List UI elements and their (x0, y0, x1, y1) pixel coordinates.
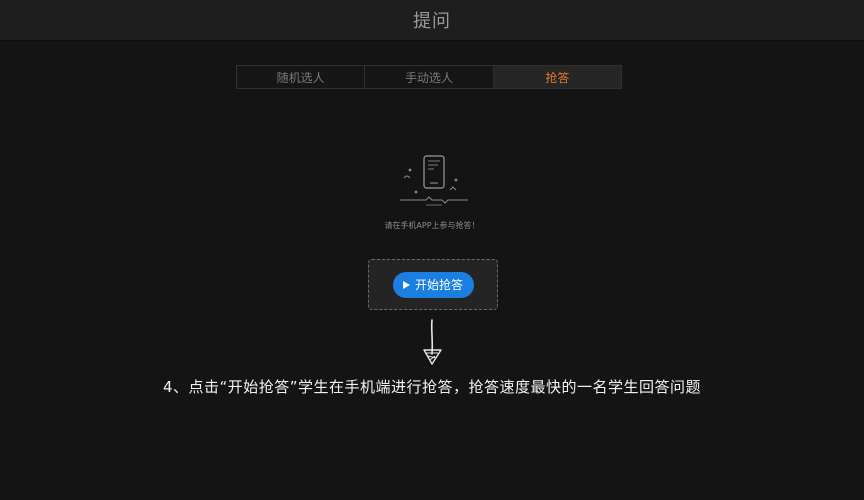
title-bar: 提问 (0, 0, 864, 41)
start-quick-answer-button[interactable]: 开始抢答 (392, 271, 474, 298)
tab-quick-answer[interactable]: 抢答 (493, 66, 621, 88)
hand-drawn-arrow-icon (423, 319, 442, 365)
tab-manual-pick[interactable]: 手动选人 (365, 66, 494, 88)
hint-text: 请在手机APP上参与抢答！ (384, 221, 480, 230)
start-button-frame: 开始抢答 (368, 259, 498, 310)
mode-tabs: 随机选人 手动选人 抢答 (236, 65, 622, 89)
play-icon (402, 280, 410, 289)
instruction-caption: 4、点击“开始抢答”学生在手机端进行抢答，抢答速度最快的一名学生回答问题 (162, 378, 702, 396)
phone-icon (400, 155, 468, 206)
tab-random-pick[interactable]: 随机选人 (237, 66, 366, 88)
window-title: 提问 (413, 11, 451, 32)
start-button-label: 开始抢答 (414, 278, 463, 292)
